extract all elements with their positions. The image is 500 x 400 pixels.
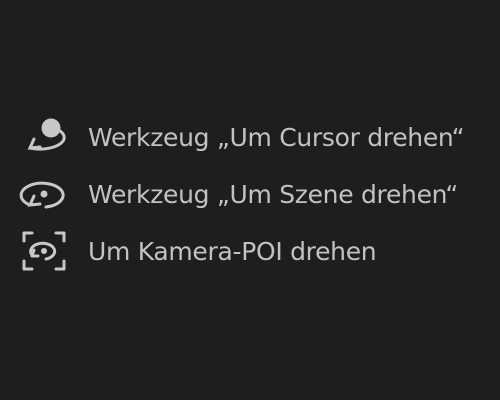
orbit-around-cursor-icon bbox=[16, 115, 72, 159]
orbit-tools-menu: Werkzeug „Um Cursor drehen“ Werkzeug „Um… bbox=[0, 0, 500, 400]
menu-item-label: Werkzeug „Um Szene drehen“ bbox=[88, 179, 459, 209]
orbit-camera-poi-icon bbox=[16, 229, 72, 273]
menu-item-orbit-around-cursor[interactable]: Werkzeug „Um Cursor drehen“ bbox=[16, 114, 486, 160]
menu-item-orbit-scene[interactable]: Werkzeug „Um Szene drehen“ bbox=[16, 171, 486, 217]
menu-item-label: Werkzeug „Um Cursor drehen“ bbox=[88, 122, 465, 152]
menu-item-orbit-camera-poi[interactable]: Um Kamera-POI drehen bbox=[16, 228, 486, 274]
menu-item-label: Um Kamera-POI drehen bbox=[88, 236, 377, 266]
orbit-scene-icon bbox=[16, 172, 72, 216]
